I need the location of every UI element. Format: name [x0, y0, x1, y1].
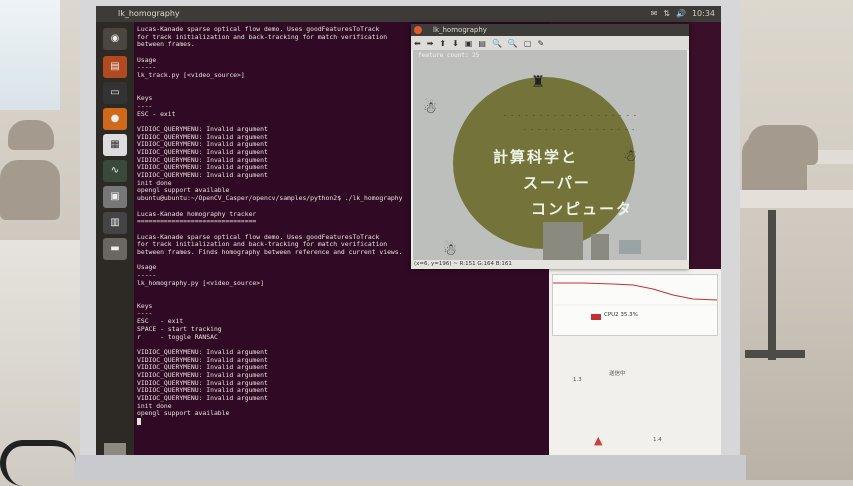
poster-building-2: [591, 234, 609, 260]
astronaut-figure-2: ♜: [531, 72, 546, 91]
network-icon[interactable]: ⇅: [663, 6, 670, 22]
terminal-line: VIDIOC_QUERYMENU: Invalid argument: [137, 394, 268, 402]
camera-frame[interactable]: feature count: 25 - - - - - - - - - - - …: [413, 50, 687, 260]
cpu-graph: CPU2 35.3%: [552, 274, 718, 336]
cpu-legend-swatch: [591, 314, 601, 320]
poster-dashes-2: - - - - - - - - - - - - - - - -: [523, 126, 635, 133]
chair-left-1: [8, 120, 54, 150]
save-icon[interactable]: ▢: [524, 39, 532, 48]
room-window: [0, 0, 60, 110]
pan-right-icon[interactable]: ➡: [427, 39, 434, 48]
ubuntu-icon[interactable]: ◉: [103, 28, 127, 50]
astronaut-figure-3: ☃: [623, 146, 638, 165]
cable: [0, 440, 76, 486]
zoom-in-icon[interactable]: 🔍: [492, 39, 502, 48]
close-icon[interactable]: [414, 26, 422, 34]
poster-line-2: スーパー: [523, 174, 591, 192]
firefox-icon[interactable]: ●: [103, 108, 127, 130]
viewer-titlebar[interactable]: lk_homography: [411, 24, 689, 36]
terminal-line: opengl support available: [137, 409, 230, 418]
top-panel: lk_homography ✉ ⇅ 🔊 10:34: [96, 6, 721, 22]
zoom-fit-icon[interactable]: ▣: [465, 39, 473, 48]
system-tray: ✉ ⇅ 🔊 10:34: [651, 6, 715, 22]
viewer-toolbar: ⬅ ➡ ⬆ ⬇ ▣ ▤ 🔍 🔍 ▢ ✎: [411, 36, 689, 50]
terminal-line: r - toggle RANSAC: [137, 332, 218, 341]
monitor-label-a: 1.3: [573, 377, 582, 383]
poster-line-3: コンピュータ: [531, 200, 634, 218]
image-viewer-window[interactable]: lk_homography ⬅ ➡ ⬆ ⬇ ▣ ▤ 🔍 🔍 ▢ ✎ featur…: [411, 24, 689, 269]
viewer-status-bar: (x=6, y=196) ~ R:151 G:164 B:161: [411, 260, 689, 269]
chair-right-2: [742, 135, 807, 195]
monitor-label-b: 1.4: [653, 437, 662, 443]
poster-dashes-1: - - - - - - - - - - - - - - - - - - -: [503, 112, 637, 119]
desk-right: [740, 190, 853, 208]
system-monitor-icon[interactable]: ∿: [103, 160, 127, 182]
pan-up-icon[interactable]: ⬆: [439, 39, 446, 48]
terminal-line: Keys: [137, 301, 153, 310]
terminal-line: lk_homography.py [<video_source>]: [137, 278, 264, 287]
launcher: ◉ ▤ ▭ ● ▦ ∿ ▣ ▥ ▬: [96, 22, 134, 455]
libreoffice-icon[interactable]: ▣: [103, 186, 127, 208]
laptop-base: [74, 455, 746, 480]
astronaut-figure-4: ☃: [443, 240, 458, 259]
system-monitor-window[interactable]: CPU2 35.3% 1.3 送信中 1.4 ▲: [549, 269, 721, 455]
zoom-actual-icon[interactable]: ▤: [478, 39, 486, 48]
upload-arrow-icon: ▲: [594, 434, 603, 447]
terminal-cursor: [137, 418, 141, 426]
trash-icon[interactable]: [104, 443, 126, 455]
terminal-line: ----: [137, 309, 153, 318]
zoom-out-icon[interactable]: 🔍: [508, 39, 518, 48]
feature-overlay-text: feature count: 25: [418, 52, 480, 59]
cpu-graph-line: [553, 282, 718, 306]
terminal-icon[interactable]: ▭: [103, 82, 127, 104]
panel-window-title: lk_homography: [118, 9, 180, 18]
chair-left-2: [0, 160, 60, 220]
terminal-line: [137, 418, 549, 426]
text-editor-icon[interactable]: ▦: [103, 134, 127, 156]
pan-down-icon[interactable]: ⬇: [452, 39, 459, 48]
poster-line-1: 計算科学と: [493, 148, 579, 166]
workspaces-icon[interactable]: ▥: [103, 212, 127, 234]
volume-icon[interactable]: 🔊: [676, 6, 686, 22]
laptop-screen: lk_homography ✉ ⇅ 🔊 10:34 ◉ ▤ ▭ ● ▦ ∿ ▣ …: [96, 6, 721, 455]
viewer-title: lk_homography: [433, 26, 487, 34]
chair-leg: [768, 210, 776, 360]
poster-building-1: [543, 222, 583, 260]
files-icon[interactable]: ▤: [103, 56, 127, 78]
clock[interactable]: 10:34: [692, 6, 715, 22]
pan-left-icon[interactable]: ⬅: [414, 39, 421, 48]
poster-building-3: [619, 240, 641, 254]
drive-icon[interactable]: ▬: [103, 238, 127, 260]
monitor-label-c: 送信中: [609, 371, 626, 377]
properties-icon[interactable]: ✎: [537, 39, 544, 48]
astronaut-figure-1: ☃: [423, 98, 438, 117]
mail-icon[interactable]: ✉: [651, 6, 658, 22]
chair-base: [745, 350, 805, 358]
cpu-legend-label: CPU2 35.3%: [604, 312, 638, 318]
